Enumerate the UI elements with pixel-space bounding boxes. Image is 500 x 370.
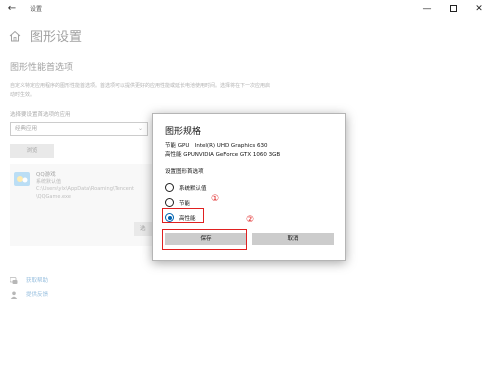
choose-app-label: 选择要设置首选项的应用 bbox=[10, 112, 71, 118]
section-description: 自定义特定应用程序的图形性能首选项。首选项可以提供更好的应用性能或延长电池使用时… bbox=[10, 83, 271, 98]
title-bar: ← 设置 — ✕ bbox=[0, 0, 500, 18]
page-title: 图形设置 bbox=[30, 30, 83, 45]
app-path: C:\Users\ylx\AppData\Roaming\Tencent bbox=[36, 186, 134, 192]
close-button[interactable]: ✕ bbox=[470, 1, 488, 17]
graphics-spec-dialog: 图形规格 节能 GPU Intel(R) UHD Graphics 630 高性… bbox=[152, 113, 346, 261]
preference-label: 设置图形首选项 bbox=[165, 169, 204, 175]
app-type-dropdown[interactable]: 经典应用 ⌄ bbox=[10, 122, 148, 136]
step2-marker: ② bbox=[246, 215, 255, 225]
back-arrow-icon[interactable]: ← bbox=[5, 2, 19, 16]
app-list-item[interactable]: QQ游戏 系统默认值 C:\Users\ylx\AppData\Roaming\… bbox=[10, 164, 170, 246]
gpu-label: 高性能 GPU bbox=[165, 152, 195, 158]
home-icon bbox=[9, 30, 21, 42]
window-title: 设置 bbox=[30, 6, 43, 13]
maximize-button[interactable] bbox=[444, 1, 462, 17]
get-help-text[interactable]: 获取帮助 bbox=[26, 276, 48, 284]
maximize-icon bbox=[449, 5, 457, 12]
dialog-title: 图形规格 bbox=[165, 127, 202, 137]
app-path-cont: \QQGame.exe bbox=[36, 194, 71, 200]
app-type-value: 经典应用 bbox=[15, 126, 38, 132]
high-performance-gpu: 高性能 GPU NVIDIA GeForce GTX 1060 3GB bbox=[165, 150, 280, 158]
power-saving-gpu: 节能 GPU Intel(R) UHD Graphics 630 bbox=[165, 141, 267, 149]
step1-marker: ① bbox=[211, 194, 220, 204]
qq-game-icon bbox=[14, 172, 30, 186]
highlight-box-step2 bbox=[162, 229, 247, 250]
gpu-value: Intel(R) UHD Graphics 630 bbox=[194, 143, 268, 149]
gpu-value: NVIDIA GeForce GTX 1060 3GB bbox=[194, 152, 281, 158]
chevron-down-icon: ⌄ bbox=[137, 125, 143, 132]
gpu-label: 节能 GPU bbox=[165, 143, 190, 149]
radio-circle bbox=[165, 183, 174, 192]
radio-label: 节能 bbox=[179, 201, 191, 207]
radio-label: 系统默认值 bbox=[179, 186, 207, 192]
app-name: QQ游戏 bbox=[36, 172, 56, 178]
help-icon bbox=[10, 277, 18, 284]
cancel-button[interactable]: 取消 bbox=[252, 233, 334, 245]
minimize-button[interactable]: — bbox=[418, 1, 436, 17]
app-preference: 系统默认值 bbox=[36, 179, 62, 185]
browse-button[interactable]: 浏览 bbox=[10, 144, 54, 158]
highlight-box-step1 bbox=[162, 208, 204, 223]
radio-circle bbox=[165, 198, 174, 207]
section-title: 图形性能首选项 bbox=[10, 63, 74, 73]
feedback-icon bbox=[10, 291, 18, 299]
feedback-text[interactable]: 提供反馈 bbox=[26, 290, 48, 298]
